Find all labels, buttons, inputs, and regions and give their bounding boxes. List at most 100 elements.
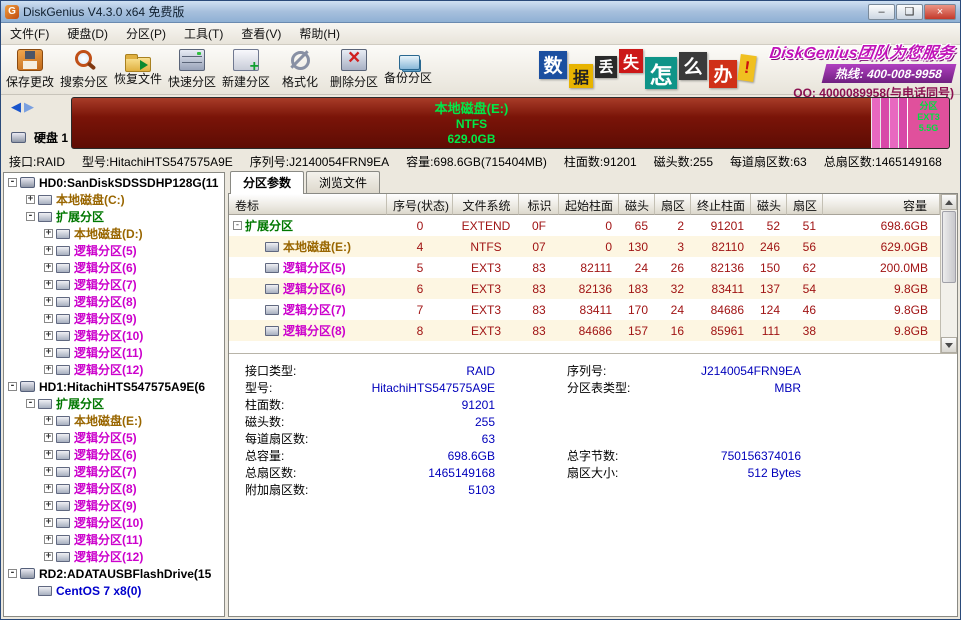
expander-icon[interactable]: - xyxy=(8,569,17,578)
menu-file[interactable]: 文件(F) xyxy=(1,22,58,45)
minimize-button[interactable]: – xyxy=(868,3,895,20)
tree-item[interactable]: + 逻辑分区(11) xyxy=(4,344,224,361)
tail-partition-block[interactable]: 分区 EXT3 5.5G xyxy=(907,98,949,148)
tree-item[interactable]: - 扩展分区 xyxy=(4,208,224,225)
partition-strip[interactable] xyxy=(871,98,880,148)
expander-icon[interactable]: + xyxy=(44,263,53,272)
scroll-up-button[interactable] xyxy=(941,194,957,210)
partition-row[interactable]: 逻辑分区(8) 8 EXT3 83 84686 157 16 85961 111 38 9.8GB xyxy=(229,320,940,341)
partition-strip[interactable] xyxy=(898,98,907,148)
tree-item[interactable]: + 逻辑分区(5) xyxy=(4,242,224,259)
expander-icon[interactable]: + xyxy=(44,365,53,374)
close-button[interactable]: × xyxy=(924,3,956,20)
expander-icon[interactable]: + xyxy=(44,246,53,255)
menu-disk[interactable]: 硬盘(D) xyxy=(58,22,117,45)
partition-row[interactable]: - 扩展分区 0 EXTEND 0F 0 65 2 91201 52 51 698.6GB xyxy=(229,215,940,236)
tree-item[interactable]: + 逻辑分区(7) xyxy=(4,276,224,293)
expander-icon[interactable]: + xyxy=(44,314,53,323)
expander-icon[interactable]: + xyxy=(44,535,53,544)
table-scrollbar[interactable] xyxy=(940,194,957,353)
tree-item[interactable]: + 逻辑分区(11) xyxy=(4,531,224,548)
scrollbar-track[interactable] xyxy=(941,210,957,337)
expander-icon[interactable]: + xyxy=(44,552,53,561)
next-disk-arrow-icon[interactable]: ▶ xyxy=(24,99,37,114)
expander-icon[interactable]: + xyxy=(44,450,53,459)
partition-strip[interactable] xyxy=(889,98,898,148)
titlebar[interactable]: G DiskGenius V4.3.0 x64 免费版 – ❑ × xyxy=(1,1,960,23)
partition-row[interactable]: 逻辑分区(6) 6 EXT3 83 82136 183 32 83411 137 54 9.8GB xyxy=(229,278,940,299)
expander-icon[interactable]: - xyxy=(233,221,242,230)
column-header[interactable]: 磁头 xyxy=(619,194,655,215)
expander-icon[interactable]: + xyxy=(44,518,53,527)
save-changes-button[interactable]: 保存更改 xyxy=(3,45,57,94)
column-header[interactable]: 标识 xyxy=(519,194,559,215)
tree-item[interactable]: + 本地磁盘(D:) xyxy=(4,225,224,242)
column-header[interactable]: 卷标 xyxy=(229,194,387,215)
maximize-button[interactable]: ❑ xyxy=(896,3,923,20)
delete-partition-button[interactable]: 删除分区 xyxy=(327,45,381,94)
column-header[interactable]: 磁头 xyxy=(751,194,787,215)
backup-partition-button[interactable]: 备份分区 xyxy=(381,45,435,94)
tree-item[interactable]: - 扩展分区 xyxy=(4,395,224,412)
recover-files-button[interactable]: 恢复文件 xyxy=(111,45,165,94)
column-header[interactable]: 文件系统 xyxy=(453,194,519,215)
tree-item[interactable]: + 逻辑分区(9) xyxy=(4,497,224,514)
tree-item[interactable]: + 逻辑分区(7) xyxy=(4,463,224,480)
quick-partition-button[interactable]: 快速分区 xyxy=(165,45,219,94)
expander-icon[interactable]: - xyxy=(26,212,35,221)
new-partition-button[interactable]: 新建分区 xyxy=(219,45,273,94)
column-header[interactable]: 容量 xyxy=(823,194,940,215)
tree-item[interactable]: - HD1:HitachiHTS547575A9E(6 xyxy=(4,378,224,395)
expander-icon[interactable]: + xyxy=(44,416,53,425)
expander-icon[interactable]: + xyxy=(44,484,53,493)
tree-item[interactable]: + 逻辑分区(9) xyxy=(4,310,224,327)
expander-icon[interactable]: + xyxy=(44,331,53,340)
column-header[interactable]: 扇区 xyxy=(787,194,823,215)
partition-row[interactable]: 本地磁盘(E:) 4 NTFS 07 0 130 3 82110 246 56 629.0GB xyxy=(229,236,940,257)
expander-icon[interactable]: + xyxy=(44,280,53,289)
menu-help[interactable]: 帮助(H) xyxy=(290,22,349,45)
tree-item[interactable]: CentOS 7 x8(0) xyxy=(4,582,224,599)
expander-icon[interactable]: + xyxy=(26,195,35,204)
tree-item[interactable]: + 逻辑分区(8) xyxy=(4,480,224,497)
tree-item[interactable]: + 本地磁盘(C:) xyxy=(4,191,224,208)
disk-graph[interactable]: 本地磁盘(E:) NTFS 629.0GB 分区 EXT3 5.5G xyxy=(71,97,950,149)
menu-tools[interactable]: 工具(T) xyxy=(175,22,232,45)
tree-item[interactable]: + 逻辑分区(12) xyxy=(4,361,224,378)
menu-view[interactable]: 查看(V) xyxy=(232,22,290,45)
scroll-down-button[interactable] xyxy=(941,337,957,353)
tree-item[interactable]: - RD2:ADATAUSBFlashDrive(15 xyxy=(4,565,224,582)
tab-browse-files[interactable]: 浏览文件 xyxy=(306,171,381,193)
tree-item[interactable]: + 逻辑分区(10) xyxy=(4,514,224,531)
tree-item[interactable]: - HD0:SanDiskSDSSDHP128G(11 xyxy=(4,174,224,191)
tree-item[interactable]: + 逻辑分区(12) xyxy=(4,548,224,565)
partition-strip[interactable] xyxy=(880,98,889,148)
expander-icon[interactable]: - xyxy=(8,382,17,391)
expander-icon[interactable]: + xyxy=(44,433,53,442)
format-button[interactable]: 格式化 xyxy=(273,45,327,94)
menu-partition[interactable]: 分区(P) xyxy=(117,22,175,45)
expander-icon[interactable]: + xyxy=(44,348,53,357)
prev-disk-arrow-icon[interactable]: ◀ xyxy=(11,99,24,114)
tree-item[interactable]: + 逻辑分区(6) xyxy=(4,259,224,276)
expander-icon[interactable]: + xyxy=(44,467,53,476)
column-header[interactable]: 扇区 xyxy=(655,194,691,215)
partition-row[interactable]: 逻辑分区(5) 5 EXT3 83 82111 24 26 82136 150 62 200.0MB xyxy=(229,257,940,278)
tab-partition-params[interactable]: 分区参数 xyxy=(230,171,305,194)
partition-row[interactable]: 逻辑分区(7) 7 EXT3 83 83411 170 24 84686 124 46 9.8GB xyxy=(229,299,940,320)
expander-icon[interactable]: + xyxy=(44,229,53,238)
column-header[interactable]: 起始柱面 xyxy=(559,194,619,215)
expander-icon[interactable]: + xyxy=(44,297,53,306)
search-partition-button[interactable]: 搜索分区 xyxy=(57,45,111,94)
tree-item[interactable]: + 逻辑分区(6) xyxy=(4,446,224,463)
scrollbar-thumb[interactable] xyxy=(942,211,956,283)
expander-icon[interactable]: - xyxy=(8,178,17,187)
column-header[interactable]: 终止柱面 xyxy=(691,194,751,215)
tree-item[interactable]: + 逻辑分区(5) xyxy=(4,429,224,446)
main-partition-block[interactable]: 本地磁盘(E:) NTFS 629.0GB xyxy=(72,98,871,148)
tree-item[interactable]: + 逻辑分区(10) xyxy=(4,327,224,344)
tree-item[interactable]: + 本地磁盘(E:) xyxy=(4,412,224,429)
tree-item[interactable]: + 逻辑分区(8) xyxy=(4,293,224,310)
expander-icon[interactable]: - xyxy=(26,399,35,408)
expander-icon[interactable]: + xyxy=(44,501,53,510)
